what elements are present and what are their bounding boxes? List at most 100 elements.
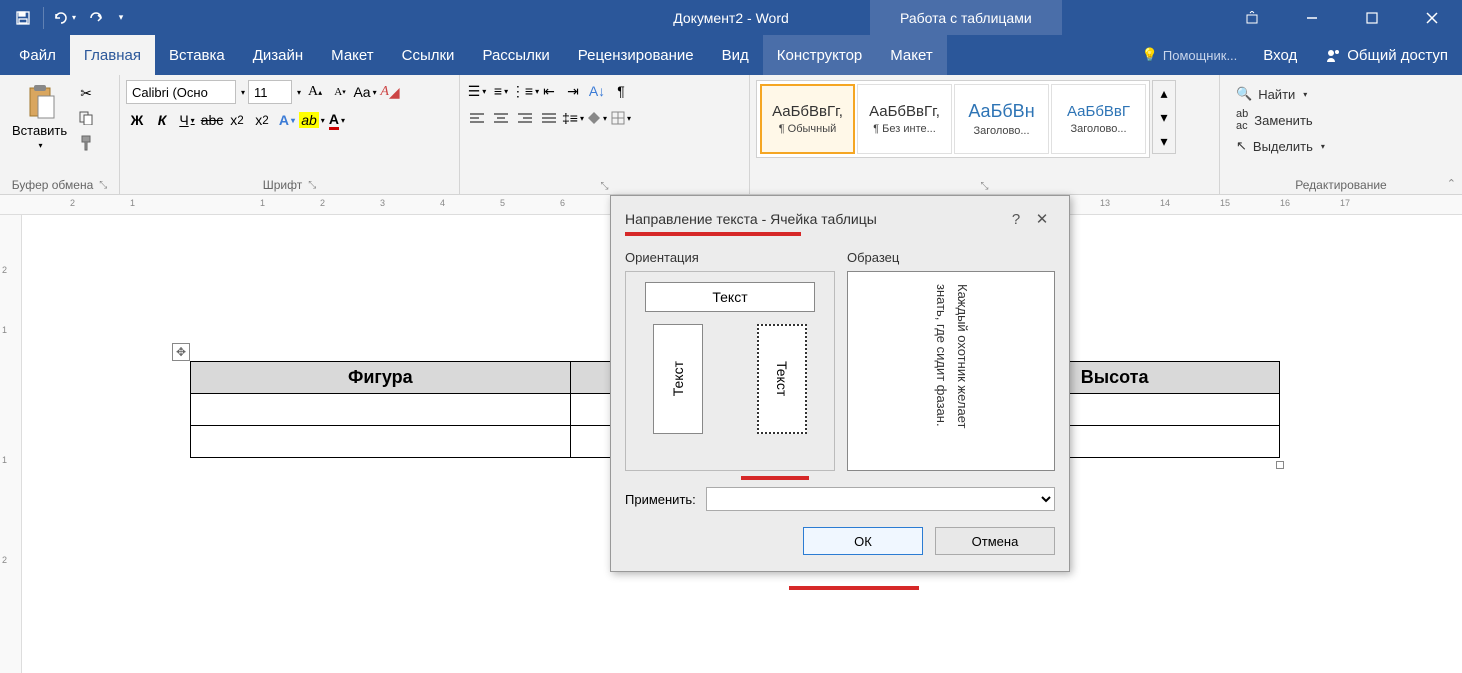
- increase-font-button[interactable]: A▴: [304, 81, 326, 103]
- table-cell[interactable]: [191, 426, 571, 458]
- ok-button[interactable]: ОК: [803, 527, 923, 555]
- dialog-close-button[interactable]: ✕: [1029, 206, 1055, 232]
- apply-label: Применить:: [625, 492, 696, 507]
- qat-customize[interactable]: ▾: [113, 3, 129, 33]
- style-normal[interactable]: АаБбВвГг,¶ Обычный: [760, 84, 855, 154]
- styles-up[interactable]: ▴: [1153, 81, 1175, 105]
- replace-icon: abac: [1236, 108, 1248, 132]
- borders-button[interactable]: ▾: [610, 107, 632, 129]
- table-resize-handle[interactable]: [1276, 461, 1284, 469]
- highlight-button[interactable]: ab▾: [301, 109, 323, 131]
- share-button[interactable]: Общий доступ: [1311, 47, 1462, 64]
- format-painter-button[interactable]: [75, 132, 97, 154]
- font-size-input[interactable]: [248, 80, 292, 104]
- ribbon-options-button[interactable]: [1222, 0, 1282, 35]
- copy-button[interactable]: [75, 107, 97, 129]
- styles-more[interactable]: ▾: [1153, 129, 1175, 153]
- style-heading1[interactable]: АаБбВнЗаголово...: [954, 84, 1049, 154]
- align-center-button[interactable]: [490, 107, 512, 129]
- orientation-vertical-up[interactable]: Текст: [653, 324, 703, 434]
- table-header-figure[interactable]: Фигура: [191, 362, 571, 394]
- close-button[interactable]: [1402, 0, 1462, 35]
- tab-design[interactable]: Дизайн: [239, 35, 317, 75]
- signin-button[interactable]: Вход: [1249, 47, 1311, 64]
- maximize-button[interactable]: [1342, 0, 1402, 35]
- italic-button[interactable]: К: [151, 109, 173, 131]
- line-spacing-button[interactable]: ‡≡▾: [562, 107, 584, 129]
- tab-table-layout[interactable]: Макет: [876, 35, 946, 75]
- orientation-horizontal[interactable]: Текст: [645, 282, 815, 312]
- collapse-ribbon-button[interactable]: ⌃: [1447, 177, 1456, 190]
- show-marks-button[interactable]: ¶: [610, 80, 632, 102]
- apply-select[interactable]: [706, 487, 1055, 511]
- group-paragraph: ☰▾ ≡▾ ⋮≡▾ ⇤ ⇥ A↓ ¶ ‡≡▾ ▾ ▾ ⤡: [460, 75, 750, 194]
- clear-format-button[interactable]: A◢: [379, 81, 401, 103]
- table-move-handle[interactable]: ✥: [172, 343, 190, 361]
- text-effects-button[interactable]: A▾: [276, 109, 298, 131]
- style-nospacing[interactable]: АаБбВвГг,¶ Без инте...: [857, 84, 952, 154]
- redo-button[interactable]: [81, 3, 111, 33]
- change-case-button[interactable]: Aa▾: [354, 81, 376, 103]
- align-right-button[interactable]: [514, 107, 536, 129]
- tab-table-construct[interactable]: Конструктор: [763, 35, 877, 75]
- font-color-button[interactable]: A▾: [326, 109, 348, 131]
- font-family-dropdown[interactable]: ▾: [241, 88, 245, 97]
- underline-button[interactable]: Ч▾: [176, 109, 198, 131]
- decrease-font-button[interactable]: A▾: [329, 81, 351, 103]
- strike-button[interactable]: abc: [201, 109, 223, 131]
- bullets-button[interactable]: ☰▾: [466, 80, 488, 102]
- font-family-input[interactable]: [126, 80, 236, 104]
- orientation-label: Ориентация: [625, 250, 835, 265]
- group-font: ▾ ▾ A▴ A▾ Aa▾ A◢ Ж К Ч▾ abc x2 x2 A▾ ab▾…: [120, 75, 460, 194]
- font-launcher[interactable]: ⤡: [308, 180, 316, 191]
- bold-button[interactable]: Ж: [126, 109, 148, 131]
- cut-button[interactable]: ✂: [75, 82, 97, 104]
- multilevel-button[interactable]: ⋮≡▾: [514, 80, 536, 102]
- tab-view[interactable]: Вид: [708, 35, 763, 75]
- dialog-help-button[interactable]: ?: [1003, 206, 1029, 232]
- search-icon: 🔍: [1236, 86, 1252, 102]
- shading-button[interactable]: ▾: [586, 107, 608, 129]
- tab-references[interactable]: Ссылки: [388, 35, 469, 75]
- table-cell[interactable]: [191, 394, 571, 426]
- ruler-vertical[interactable]: 2 1 1 2: [0, 215, 22, 673]
- justify-button[interactable]: [538, 107, 560, 129]
- select-button[interactable]: ↖Выделить▾: [1236, 138, 1325, 154]
- save-button[interactable]: [8, 3, 38, 33]
- undo-button[interactable]: ▾: [49, 3, 79, 33]
- tab-mailings[interactable]: Рассылки: [468, 35, 563, 75]
- clipboard-group-label: Буфер обмена: [12, 178, 94, 192]
- sort-button[interactable]: A↓: [586, 80, 608, 102]
- tab-layout[interactable]: Макет: [317, 35, 387, 75]
- replace-button[interactable]: abacЗаменить: [1236, 108, 1325, 132]
- numbering-button[interactable]: ≡▾: [490, 80, 512, 102]
- group-clipboard: Вставить ▾ ✂ Буфер обмена ⤡: [0, 75, 120, 194]
- cancel-button[interactable]: Отмена: [935, 527, 1055, 555]
- decrease-indent-button[interactable]: ⇤: [538, 80, 560, 102]
- style-heading2[interactable]: АаБбВвГЗаголово...: [1051, 84, 1146, 154]
- superscript-button[interactable]: x2: [251, 109, 273, 131]
- paste-button[interactable]: Вставить ▾: [6, 80, 73, 154]
- font-group-label: Шрифт: [263, 178, 302, 192]
- tab-file[interactable]: Файл: [5, 35, 70, 75]
- orientation-vertical-down[interactable]: Текст: [757, 324, 807, 434]
- cursor-icon: ↖: [1236, 138, 1247, 154]
- increase-indent-button[interactable]: ⇥: [562, 80, 584, 102]
- minimize-button[interactable]: [1282, 0, 1342, 35]
- tell-me[interactable]: 💡Помощник...: [1130, 47, 1250, 63]
- clipboard-launcher[interactable]: ⤡: [99, 180, 107, 191]
- table-tools-title: Работа с таблицами: [870, 0, 1062, 35]
- styles-gallery[interactable]: АаБбВвГг,¶ Обычный АаБбВвГг,¶ Без инте..…: [756, 80, 1150, 158]
- sample-label: Образец: [847, 250, 1055, 265]
- tab-review[interactable]: Рецензирование: [564, 35, 708, 75]
- paragraph-launcher[interactable]: ⤡: [601, 181, 609, 192]
- font-size-dropdown[interactable]: ▾: [297, 88, 301, 97]
- find-button[interactable]: 🔍Найти▾: [1236, 86, 1325, 102]
- tab-insert[interactable]: Вставка: [155, 35, 239, 75]
- subscript-button[interactable]: x2: [226, 109, 248, 131]
- quick-access-toolbar: ▾ ▾: [0, 3, 137, 33]
- styles-launcher[interactable]: ⤡: [981, 181, 989, 192]
- styles-down[interactable]: ▾: [1153, 105, 1175, 129]
- align-left-button[interactable]: [466, 107, 488, 129]
- tab-home[interactable]: Главная: [70, 35, 155, 75]
